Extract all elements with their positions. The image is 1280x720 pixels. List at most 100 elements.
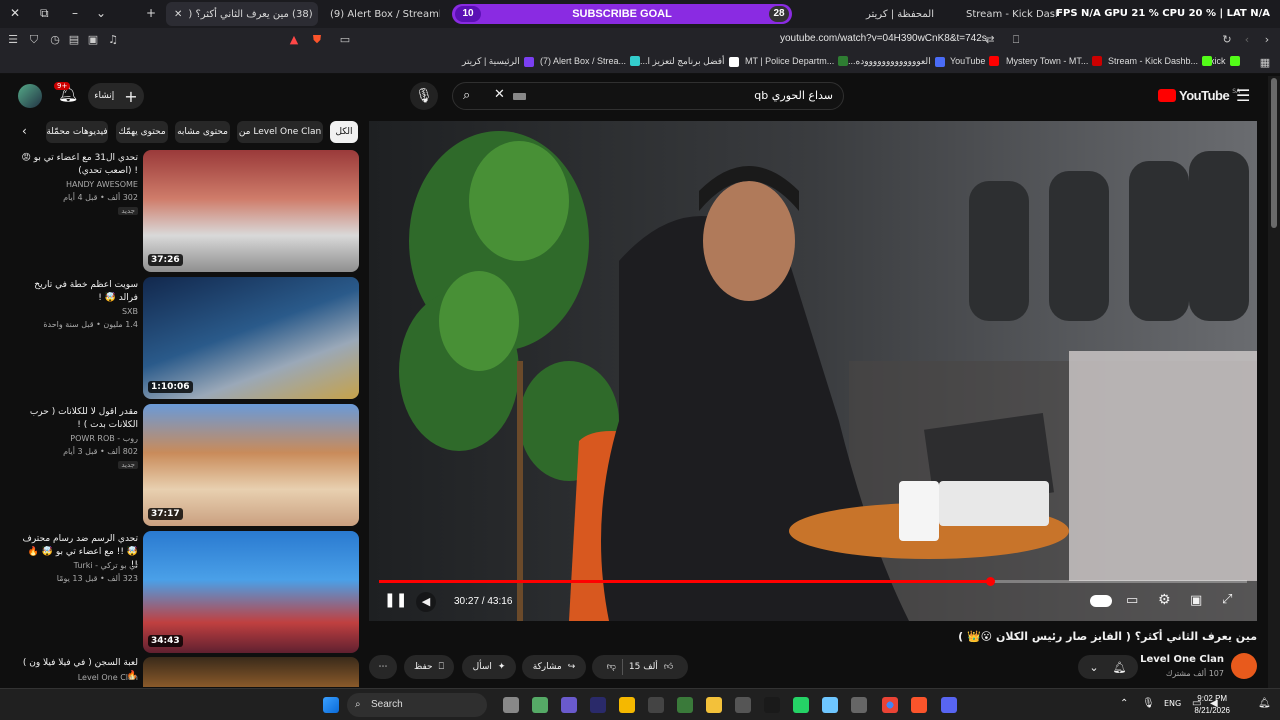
search-input[interactable]: ⌕ ✕ qb سداع الحوري bbox=[452, 82, 844, 110]
shield-icon[interactable]: ⛉ bbox=[27, 33, 41, 47]
bookmark-arabic-1[interactable]: العوووووووووووووده... bbox=[848, 56, 945, 67]
forward-icon[interactable]: ‹ bbox=[1240, 33, 1254, 47]
theater-mode-icon[interactable]: ▣ bbox=[1190, 593, 1202, 608]
channel-name[interactable]: Level One Clan bbox=[1140, 654, 1224, 665]
subtitles-icon[interactable]: ▭ bbox=[1126, 593, 1138, 608]
suggestion-channel[interactable]: SXB bbox=[122, 307, 138, 316]
chip-similar[interactable]: محتوى مشابه bbox=[175, 121, 230, 143]
bookmark-police-dept[interactable]: MT | Police Departm... bbox=[745, 56, 849, 66]
avatar[interactable] bbox=[18, 84, 42, 108]
search-icon[interactable]: ⌕ bbox=[463, 88, 470, 103]
discord-icon[interactable] bbox=[941, 697, 957, 713]
taskbar-search[interactable]: ⌕ Search bbox=[347, 693, 487, 717]
tab-creator-wallet[interactable]: المحفظة | كريتر bbox=[792, 2, 942, 26]
chip-from-channel[interactable]: من Level One Clan bbox=[237, 121, 323, 143]
language-indicator[interactable]: ENG bbox=[1164, 699, 1181, 708]
create-button[interactable]: إنشاء + bbox=[88, 83, 144, 109]
more-actions-button[interactable]: ⋯ bbox=[369, 655, 397, 679]
fullscreen-icon[interactable]: ⤢ bbox=[1222, 592, 1232, 607]
shield-app-icon[interactable] bbox=[561, 697, 577, 713]
chip-all[interactable]: الكل bbox=[330, 121, 358, 143]
video-thumbnail[interactable] bbox=[143, 657, 359, 687]
volume-icon[interactable]: ◀︎ bbox=[416, 592, 436, 612]
music-icon[interactable]: ♫ bbox=[106, 33, 120, 47]
chevron-down-icon[interactable]: ⌄ bbox=[96, 6, 106, 20]
youtube-logo[interactable]: YouTube SA bbox=[1158, 88, 1240, 103]
bookmark-best-program[interactable]: أفضل برنامج لتعزيز ا... bbox=[640, 56, 739, 67]
microphone-icon[interactable]: 🎙︎ bbox=[1142, 698, 1155, 709]
reader-mode-icon[interactable]: ▭ bbox=[338, 33, 352, 47]
scrollbar[interactable] bbox=[1268, 76, 1280, 688]
new-tab-icon[interactable]: + bbox=[146, 6, 156, 20]
suggestion-title[interactable]: سويت اعظم خطة في تاريخ فرالد 🤯 ! bbox=[18, 279, 138, 305]
back-icon[interactable]: › bbox=[1260, 33, 1274, 47]
dislike-icon[interactable]: 👎︎ bbox=[607, 662, 616, 672]
app-icon[interactable] bbox=[532, 697, 548, 713]
suggestion-channel[interactable]: روب - POWR ROB bbox=[70, 434, 138, 443]
restore-window-icon[interactable]: ⧉ bbox=[40, 6, 49, 21]
bookmark-mystery-town[interactable]: Mystery Town - MT... bbox=[1006, 56, 1103, 66]
brave-icon[interactable] bbox=[911, 697, 927, 713]
brave-rewards-icon[interactable]: ▲ bbox=[287, 33, 301, 47]
autoplay-toggle[interactable] bbox=[1090, 595, 1112, 607]
channel-avatar[interactable] bbox=[1231, 653, 1257, 679]
chip-relevant[interactable]: محتوى يهمّك bbox=[116, 121, 168, 143]
bookmark-creator-home[interactable]: الرئيسية | كريتر bbox=[462, 56, 534, 67]
history-icon[interactable]: ◷ bbox=[48, 33, 62, 47]
suggestion-title[interactable]: تحدي ال31 مع اعضاء تي بو 😡 ! (اصعب تحدي) bbox=[18, 152, 138, 178]
tab-youtube-video[interactable]: ✕ (38) مين يعرف الثاني أكثر؟ ( bbox=[166, 2, 318, 26]
subscribed-button[interactable]: ⌄ 🔔︎ bbox=[1078, 655, 1138, 679]
app-icon[interactable] bbox=[764, 697, 780, 713]
keyboard-icon[interactable] bbox=[513, 93, 526, 100]
settings-gear-icon[interactable]: ⚙ bbox=[1158, 592, 1171, 608]
folder-icon[interactable] bbox=[706, 697, 722, 713]
task-view-icon[interactable] bbox=[503, 697, 519, 713]
grid-icon[interactable]: ▦ bbox=[1258, 56, 1272, 70]
bookmark-alert-box[interactable]: (7) Alert Box / Strea... bbox=[540, 56, 641, 66]
tab-alert-box[interactable]: (9) Alert Box / Streamlabs bbox=[322, 2, 440, 26]
chrome-icon[interactable] bbox=[882, 697, 898, 713]
app-icon[interactable] bbox=[851, 697, 867, 713]
bookmark-icon[interactable]: ⎕ bbox=[1009, 33, 1023, 47]
close-tab-icon[interactable]: ✕ bbox=[174, 9, 182, 20]
notifications-icon[interactable]: 🔔︎ bbox=[1258, 698, 1271, 709]
suggestion-channel[interactable]: HANDY AWESOME bbox=[66, 180, 138, 189]
after-effects-icon[interactable] bbox=[590, 697, 606, 713]
bookmark-kick-dashboard[interactable]: Stream - Kick Dashb... bbox=[1108, 56, 1213, 66]
video-player[interactable] bbox=[369, 121, 1257, 621]
brave-shield-icon[interactable]: ⛊ bbox=[310, 33, 324, 47]
like-icon[interactable]: 👍︎ bbox=[664, 662, 673, 672]
tabs-icon[interactable]: ▤ bbox=[67, 33, 81, 47]
chevron-up-icon[interactable]: ⌃ bbox=[1120, 698, 1128, 709]
site-settings-icon[interactable]: ⇄ bbox=[983, 33, 997, 47]
xbox-icon[interactable] bbox=[677, 697, 693, 713]
pause-icon[interactable]: ❚❚ bbox=[384, 592, 407, 608]
tab-kick-dashboard[interactable]: Stream - Kick Dashboard bbox=[958, 2, 1058, 26]
hamburger-menu-icon[interactable]: ☰ bbox=[1236, 86, 1250, 105]
sidebar-icon[interactable]: ▣ bbox=[86, 33, 100, 47]
progress-bar[interactable] bbox=[379, 580, 1247, 583]
minimize-window-icon[interactable]: – bbox=[72, 6, 78, 20]
app-icon[interactable] bbox=[619, 697, 635, 713]
reload-icon[interactable]: ↻ bbox=[1220, 33, 1234, 47]
suggestion-title[interactable]: مقدر اقول لا للكلانات ( حرب الكلانات بدت… bbox=[18, 406, 138, 432]
share-button[interactable]: مشاركة ↪ bbox=[522, 655, 586, 679]
windows-start-icon[interactable] bbox=[323, 697, 339, 713]
bookmark-kick[interactable]: kick bbox=[1210, 56, 1240, 66]
suggestion-channel[interactable]: Level One Clan bbox=[78, 673, 138, 682]
ask-button[interactable]: اسأل ✦ bbox=[462, 655, 516, 679]
list-item[interactable]: لعبة السجن ( في فيلا فيلا ون ) 🔥 Level O… bbox=[0, 657, 360, 687]
app-icon[interactable] bbox=[822, 697, 838, 713]
obs-icon[interactable] bbox=[735, 697, 751, 713]
chevron-left-icon[interactable]: ‹ bbox=[22, 124, 27, 138]
menu-icon[interactable]: ☰ bbox=[6, 33, 20, 47]
save-button[interactable]: حفظ ⎕ bbox=[404, 655, 454, 679]
close-window-icon[interactable]: ✕ bbox=[10, 6, 20, 20]
bookmark-youtube[interactable]: YouTube bbox=[950, 56, 1000, 66]
scrollbar-thumb[interactable] bbox=[1271, 78, 1277, 228]
system-clock[interactable]: 9:02 PM 8/21/2026 bbox=[1194, 693, 1230, 717]
suggestion-channel[interactable]: تي بو تركي - Turki bbox=[74, 561, 138, 570]
progress-handle[interactable] bbox=[985, 577, 995, 586]
clear-search-icon[interactable]: ✕ bbox=[494, 87, 505, 102]
address-bar[interactable]: youtube.com/watch?v=04H390wCnK8&t=742s bbox=[780, 33, 987, 44]
